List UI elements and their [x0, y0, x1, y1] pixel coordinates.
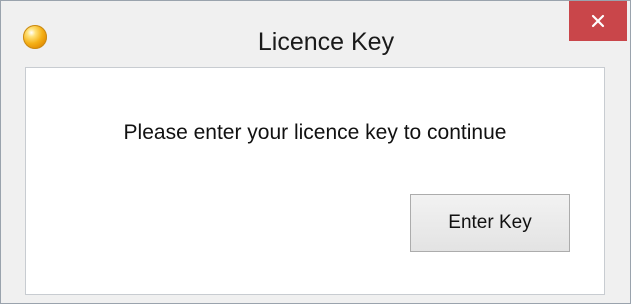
title-bar[interactable]: Licence Key: [1, 1, 630, 67]
enter-key-button[interactable]: Enter Key: [410, 194, 570, 252]
close-button[interactable]: [569, 1, 627, 41]
dialog-content-panel: Please enter your licence key to continu…: [25, 67, 605, 295]
close-icon: [591, 14, 605, 28]
window-title: Licence Key: [257, 28, 395, 56]
licence-key-dialog-window: Licence Key Please enter your licence ke…: [0, 0, 631, 304]
licence-prompt-message: Please enter your licence key to continu…: [123, 121, 507, 144]
orange-orb-icon: [23, 25, 47, 49]
